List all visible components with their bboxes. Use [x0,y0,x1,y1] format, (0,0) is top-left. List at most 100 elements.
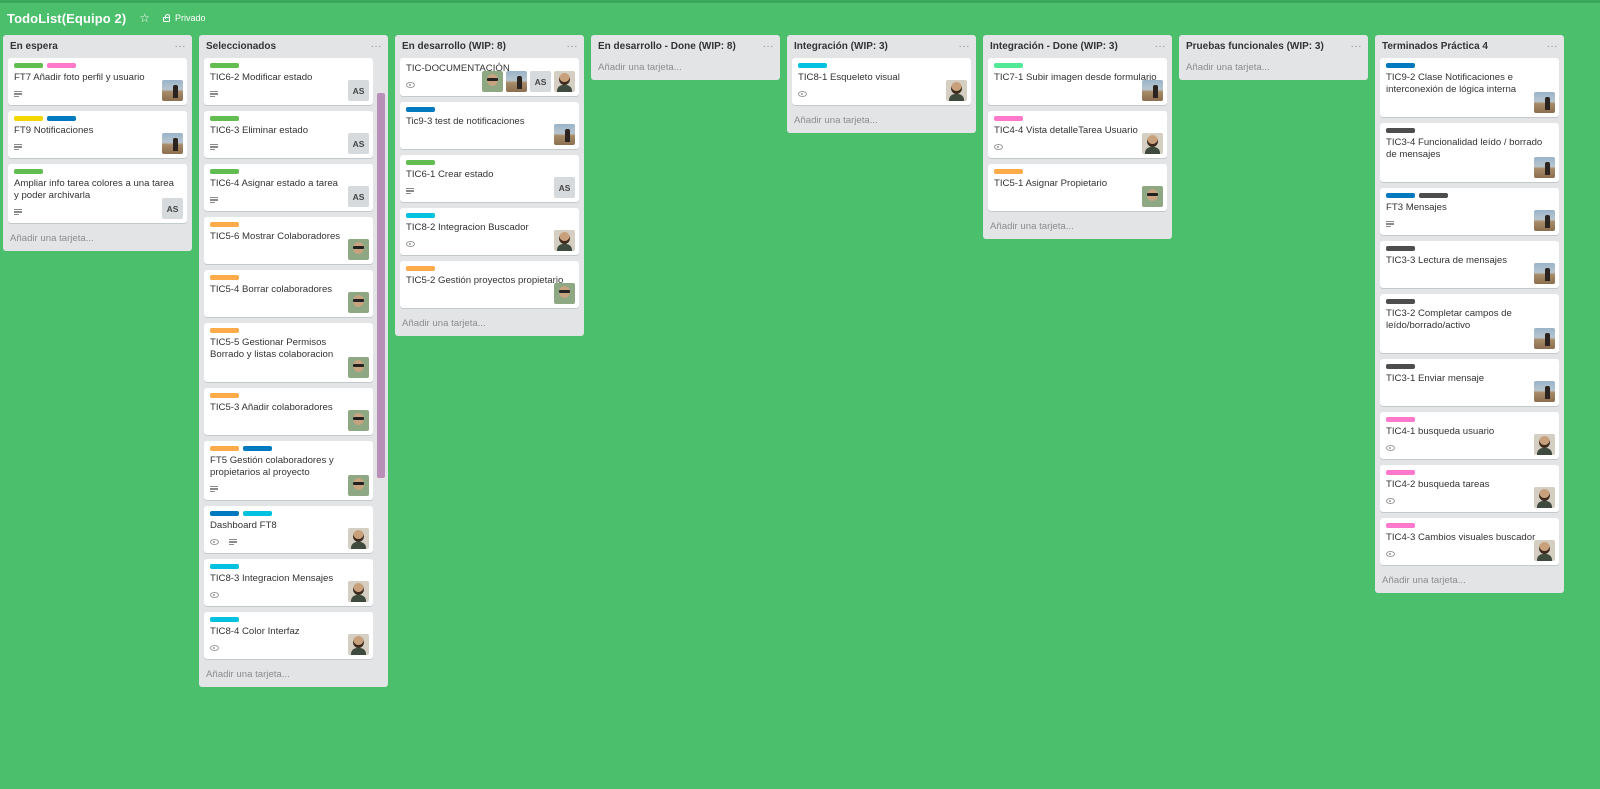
star-icon[interactable]: ☆ [139,11,150,25]
member-avatar[interactable] [1142,133,1163,154]
card[interactable]: TIC8-2 Integracion Buscador [400,208,579,255]
member-avatar[interactable] [348,239,369,260]
member-avatar[interactable] [1534,540,1555,561]
member-avatar[interactable] [554,71,575,92]
card[interactable]: TIC9-2 Clase Notificaciones e interconex… [1380,58,1559,117]
add-card-link[interactable]: Añadir una tarjeta... [3,229,192,251]
list-menu-icon[interactable]: ··· [567,41,579,52]
list-menu-icon[interactable]: ··· [959,41,971,52]
member-avatar[interactable] [1534,487,1555,508]
list-menu-icon[interactable]: ··· [1351,41,1363,52]
card-badges [1386,388,1553,402]
card[interactable]: TIC4-4 Vista detalleTarea Usuario [988,111,1167,158]
member-avatar[interactable] [1142,186,1163,207]
list-title[interactable]: Terminados Práctica 4 [1382,41,1488,52]
card[interactable]: Ampliar info tarea colores a una tarea y… [8,164,187,223]
member-initials-avatar[interactable]: AS [162,198,183,219]
member-avatar[interactable] [482,71,503,92]
board-title[interactable]: TodoList(Equipo 2) [7,11,126,26]
card[interactable]: TIC5-3 Añadir colaboradores [204,388,373,435]
list-title[interactable]: Seleccionados [206,41,276,52]
member-avatar[interactable] [348,475,369,496]
card[interactable]: TIC5-6 Mostrar Colaboradores [204,217,373,264]
add-card-link[interactable]: Añadir una tarjeta... [1375,571,1564,593]
card[interactable]: TIC3-3 Lectura de mensajes [1380,241,1559,288]
member-initials-avatar[interactable]: AS [348,186,369,207]
member-avatar[interactable] [554,283,575,304]
card-members [1534,263,1555,284]
card[interactable]: TIC5-4 Borrar colaboradores [204,270,373,317]
privacy-toggle[interactable]: Privado [163,13,206,23]
card[interactable]: TIC8-3 Integracion Mensajes [204,559,373,606]
card[interactable]: FT3 Mensajes [1380,188,1559,235]
card[interactable]: TIC5-1 Asignar Propietario [988,164,1167,211]
member-initials-avatar[interactable]: AS [554,177,575,198]
card[interactable]: TIC7-1 Subir imagen desde formulario [988,58,1167,105]
list-title[interactable]: En desarrollo - Done (WIP: 8) [598,41,736,52]
add-card-link[interactable]: Añadir una tarjeta... [983,217,1172,239]
member-avatar[interactable] [1534,210,1555,231]
card[interactable]: TIC6-2 Modificar estado AS [204,58,373,105]
member-avatar[interactable] [348,292,369,313]
member-initials-avatar[interactable]: AS [530,71,551,92]
card[interactable]: TIC6-1 Crear estado AS [400,155,579,202]
card[interactable]: TIC3-4 Funcionalidad leído / borrado de … [1380,123,1559,182]
member-avatar[interactable] [348,357,369,378]
card[interactable]: FT5 Gestión colaboradores y propietarios… [204,441,373,500]
add-card-link[interactable]: Añadir una tarjeta... [591,58,780,80]
member-avatar[interactable] [554,230,575,251]
member-avatar[interactable] [162,80,183,101]
card[interactable]: TIC6-4 Asignar estado a tarea AS [204,164,373,211]
list-title[interactable]: En espera [10,41,58,52]
card[interactable]: TIC4-1 busqueda usuario [1380,412,1559,459]
card[interactable]: TIC8-4 Color Interfaz [204,612,373,659]
card[interactable]: TIC6-3 Eliminar estado AS [204,111,373,158]
member-avatar[interactable] [348,581,369,602]
list-menu-icon[interactable]: ··· [371,41,383,52]
list-title[interactable]: Pruebas funcionales (WIP: 3) [1186,41,1324,52]
card[interactable]: TIC3-2 Completar campos de leído/borrado… [1380,294,1559,353]
card[interactable]: TIC-DOCUMENTACIÓN AS [400,58,579,96]
member-avatar[interactable] [348,634,369,655]
add-card-link[interactable]: Añadir una tarjeta... [395,314,584,336]
card[interactable]: TIC5-5 Gestionar Permisos Borrado y list… [204,323,373,382]
member-avatar[interactable] [348,528,369,549]
card-labels [210,328,367,333]
description-icon [210,485,218,493]
list-menu-icon[interactable]: ··· [175,41,187,52]
add-card-link[interactable]: Añadir una tarjeta... [1179,58,1368,80]
member-avatar[interactable] [1534,263,1555,284]
add-card-link[interactable]: Añadir una tarjeta... [787,111,976,133]
card[interactable]: TIC5-2 Gestión proyectos propietario [400,261,579,308]
card[interactable]: Tic9-3 test de notificaciones [400,102,579,149]
member-avatar[interactable] [1534,434,1555,455]
card[interactable]: TIC4-2 busqueda tareas [1380,465,1559,512]
list-scrollbar[interactable] [377,93,385,478]
card-title: TIC3-1 Enviar mensaje [1386,373,1485,384]
member-avatar[interactable] [946,80,967,101]
member-avatar[interactable] [1142,80,1163,101]
list-menu-icon[interactable]: ··· [1547,41,1559,52]
card[interactable]: TIC4-3 Cambios visuales buscador [1380,518,1559,565]
list-title[interactable]: En desarrollo (WIP: 8) [402,41,506,52]
card[interactable]: TIC8-1 Esqueleto visual [792,58,971,105]
card[interactable]: Dashboard FT8 [204,506,373,553]
list-menu-icon[interactable]: ··· [1155,41,1167,52]
member-avatar[interactable] [554,124,575,145]
list-title[interactable]: Integración - Done (WIP: 3) [990,41,1118,52]
member-avatar[interactable] [1534,157,1555,178]
member-initials-avatar[interactable]: AS [348,80,369,101]
member-avatar[interactable] [506,71,527,92]
member-avatar[interactable] [348,410,369,431]
member-avatar[interactable] [1534,381,1555,402]
card[interactable]: TIC3-1 Enviar mensaje [1380,359,1559,406]
member-avatar[interactable] [1534,92,1555,113]
member-initials-avatar[interactable]: AS [348,133,369,154]
member-avatar[interactable] [162,133,183,154]
add-card-link[interactable]: Añadir una tarjeta... [199,665,388,687]
list-title[interactable]: Integración (WIP: 3) [794,41,888,52]
list-menu-icon[interactable]: ··· [763,41,775,52]
member-avatar[interactable] [1534,328,1555,349]
card[interactable]: FT7 Añadir foto perfil y usuario [8,58,187,105]
card[interactable]: FT9 Notificaciones [8,111,187,158]
